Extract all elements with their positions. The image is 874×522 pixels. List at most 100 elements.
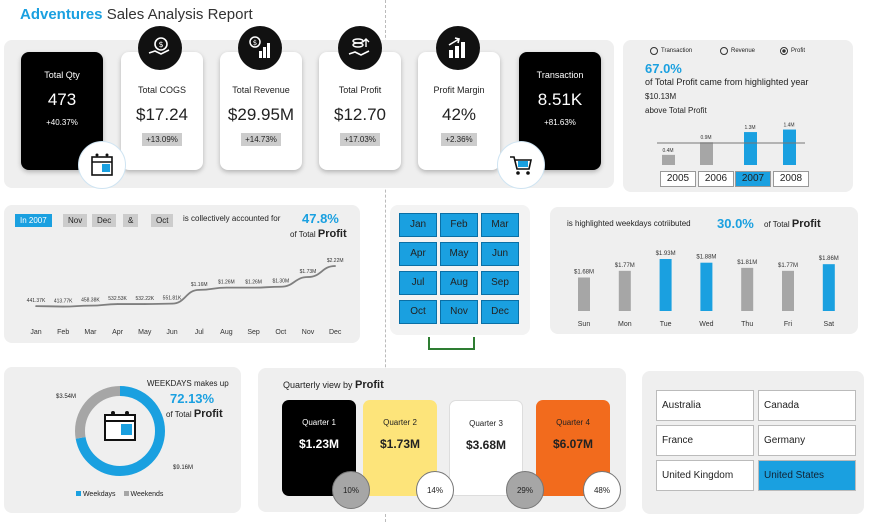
month-tick-label: Jun xyxy=(166,329,177,336)
month-tick-label: Jan xyxy=(30,329,41,336)
quarter-label: Quarter 2 xyxy=(383,418,417,427)
of-total-text: of Total xyxy=(764,220,790,229)
quarter-value: $1.73M xyxy=(379,437,421,451)
line-data-label: 532.22K xyxy=(135,296,154,302)
kpi-label: Total Profit xyxy=(338,85,382,95)
line-point xyxy=(116,303,119,305)
slicer-bracket xyxy=(428,337,475,350)
line-data-label: $2.22M xyxy=(327,258,344,264)
quarter-label: Quarter 4 xyxy=(556,418,590,427)
year-button-2008[interactable]: 2008 xyxy=(773,171,809,187)
growth-bars-icon xyxy=(436,26,480,70)
month-tick-label: Nov xyxy=(302,329,315,336)
coins-hand-icon xyxy=(338,26,382,70)
month-tick-label: Sep xyxy=(247,329,260,336)
year-button-2006[interactable]: 2006 xyxy=(698,171,734,187)
year-button-2007[interactable]: 2007 xyxy=(735,171,771,187)
quarter-value: $1.23M xyxy=(298,437,340,451)
weekday-bar-label: $1.88M xyxy=(696,255,716,261)
month-button-mar[interactable]: Mar xyxy=(481,213,519,237)
line-point xyxy=(144,303,146,305)
line-data-label: 441.37K xyxy=(27,298,46,304)
month-button-sep[interactable]: Sep xyxy=(481,271,519,295)
legend-label: Weekends xyxy=(130,491,164,498)
month-button-jul[interactable]: Jul xyxy=(399,271,437,295)
weekday-tick-label: Sat xyxy=(824,321,835,328)
line-data-label: $1.16M xyxy=(191,282,208,288)
country-button-france[interactable]: France xyxy=(656,425,754,456)
quarter-heading: Quarterly view by Profit xyxy=(283,379,384,391)
month-button-nov[interactable]: Nov xyxy=(440,300,478,324)
country-button-germany[interactable]: Germany xyxy=(758,425,856,456)
radio-profit[interactable]: Profit xyxy=(780,47,805,55)
line-point xyxy=(89,304,92,307)
year-bar xyxy=(783,129,796,165)
donut-of-total: of Total Profit xyxy=(166,408,223,420)
radio-label: Revenue xyxy=(731,48,756,54)
country-button-united-kingdom[interactable]: United Kingdom xyxy=(656,460,754,491)
year-bar-label: 1.3M xyxy=(744,125,755,131)
year-button-2005[interactable]: 2005 xyxy=(660,171,696,187)
month-button-oct[interactable]: Oct xyxy=(399,300,437,324)
line-data-label: 413.77K xyxy=(54,299,73,305)
money-bag-hand-icon: $ xyxy=(138,26,182,70)
year-bar-label: 0.4M xyxy=(662,148,673,154)
monthly-line-chart: 441.37K Jan 413.77K Feb 458.38K Mar 532.53K Apr… xyxy=(27,258,344,336)
legend-weekends: Weekends xyxy=(123,491,164,498)
weekday-bar xyxy=(618,270,631,311)
weekday-tick-label: Tue xyxy=(660,321,672,328)
year-bar-label: 1.4M xyxy=(783,123,794,129)
month-button-dec[interactable]: Dec xyxy=(481,300,519,324)
weekday-pct: 30.0% xyxy=(717,216,754,231)
month-tick-label: Mar xyxy=(84,329,97,336)
kpi-label: Profit Margin xyxy=(433,85,485,95)
kpi-value: $12.70 xyxy=(334,105,386,124)
line-point xyxy=(62,305,64,308)
weekday-tick-label: Thu xyxy=(741,321,753,328)
title-rest: Sales Analysis Report xyxy=(106,6,253,23)
calendar-icon xyxy=(103,410,137,442)
weekday-bar-chart: $1.68M Sun $1.77M Mon $1.93M Tue $1.88M Wed $1.8… xyxy=(574,251,839,328)
weekday-bar-label: $1.77M xyxy=(778,263,798,269)
kpi-change: +81.63% xyxy=(544,118,576,127)
tag-dec: Dec xyxy=(92,214,117,227)
month-button-aug[interactable]: Aug xyxy=(440,271,478,295)
donut-pct: 72.13% xyxy=(170,391,215,406)
kpi-change: +14.73% xyxy=(241,133,281,146)
line-point xyxy=(280,285,282,288)
radio-revenue[interactable]: Revenue xyxy=(720,47,755,55)
radio-transaction[interactable]: Transaction xyxy=(650,47,692,55)
year-line2: above Total Profit xyxy=(645,106,707,115)
month-button-apr[interactable]: Apr xyxy=(399,242,437,266)
line-data-label: $1.26M xyxy=(245,280,262,286)
shopping-cart-icon xyxy=(497,141,545,189)
month-button-jun[interactable]: Jun xyxy=(481,242,519,266)
quarter-1-pct: 10% xyxy=(332,471,370,509)
svg-text:$: $ xyxy=(158,40,163,49)
country-button-united-states[interactable]: United States xyxy=(758,460,856,491)
year-bar-label: 0.9M xyxy=(700,135,711,141)
country-button-australia[interactable]: Australia xyxy=(656,390,754,421)
legend-weekdays: Weekdays xyxy=(76,491,116,498)
radio-label: Transaction xyxy=(661,48,693,54)
line-data-label: 458.38K xyxy=(81,298,100,304)
kpi-label: Transaction xyxy=(536,70,584,80)
kpi-label: Total Revenue xyxy=(232,85,290,95)
year-pct: 67.0% xyxy=(645,61,682,76)
line-point xyxy=(198,289,200,291)
kpi-label: Total Qty xyxy=(44,70,80,80)
donut-legend: Weekdays Weekends xyxy=(76,491,163,498)
donut-label-weekend: $3.54M xyxy=(56,394,77,400)
month-button-may[interactable]: May xyxy=(440,242,478,266)
monthly-pct: 47.8% xyxy=(302,211,339,226)
country-button-canada[interactable]: Canada xyxy=(758,390,856,421)
month-button-feb[interactable]: Feb xyxy=(440,213,478,237)
kpi-value: $17.24 xyxy=(136,105,188,124)
weekday-tick-label: Mon xyxy=(618,321,632,328)
year-line1: of Total Profit came from highlighted ye… xyxy=(645,77,809,87)
quarter-3-pct: 29% xyxy=(506,471,544,509)
month-button-jan[interactable]: Jan xyxy=(399,213,437,237)
weekday-bar xyxy=(822,264,835,311)
kpi-label: Total COGS xyxy=(137,85,186,95)
weekday-text: is highlighted weekdays cotriibuted xyxy=(567,219,691,228)
